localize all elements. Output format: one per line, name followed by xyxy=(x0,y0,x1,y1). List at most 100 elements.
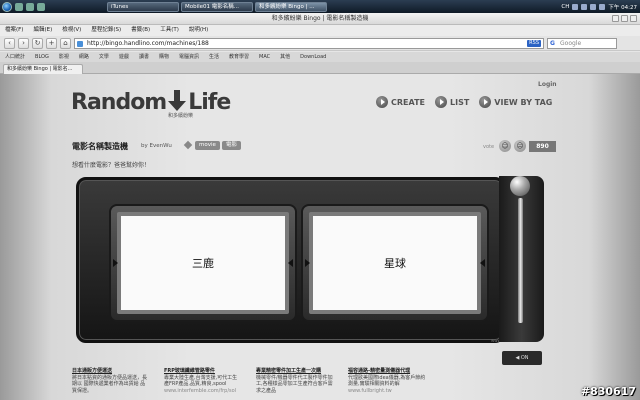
bookmark-item[interactable]: 影視 xyxy=(59,52,69,62)
tray-icon[interactable] xyxy=(599,3,606,10)
bookmark-item[interactable]: DownLoad xyxy=(300,52,326,62)
nav-label: CREATE xyxy=(391,97,425,107)
tag-icon xyxy=(183,140,193,150)
nav-label: VIEW BY TAG xyxy=(494,97,553,107)
site-logo[interactable]: Random Life xyxy=(71,90,231,115)
menu-tools[interactable]: 工具(T) xyxy=(160,25,179,36)
site-nav: CREATE LIST VIEW BY TAG xyxy=(376,96,552,108)
ads-row: 日本通販方便運送 將日本點資的通販方便品運送，長期以 國際快遞業者作為出貨給 品… xyxy=(72,368,432,394)
menu-edit[interactable]: 編輯(E) xyxy=(33,25,52,36)
language-indicator[interactable]: CH xyxy=(561,4,569,10)
tab-bingo[interactable]: 和多繽紛樂 Bingo | 電影名... xyxy=(3,64,83,74)
smile-icon[interactable]: ☺ xyxy=(499,140,511,152)
sound-label: ON xyxy=(520,355,529,361)
ad-body: 機械零件/機器零件代工製作零件加工,各種樣品零加工生產符合客戶需求之產品 xyxy=(256,374,333,394)
bookmark-item[interactable]: 生活 xyxy=(209,52,219,62)
bookmark-item[interactable]: 讀書 xyxy=(139,52,149,62)
bookmark-item[interactable]: 網路 xyxy=(79,52,89,62)
logo-text-2: Life xyxy=(188,90,231,115)
rss-icon[interactable]: RSS xyxy=(527,39,541,47)
list-button[interactable]: LIST xyxy=(435,96,469,108)
bookmarks-bar: 人口統計 BLOG 影視 網路 文學 遊戲 讀書 購物 電腦資訊 生活 教育學習… xyxy=(0,52,640,62)
logo-subtitle: 和多繽紛樂 xyxy=(168,113,194,119)
ad-item[interactable]: FRP玻璃纖維管路零件 專業大陸生產,台灣支援,可代工生產FRP產品,品質,精良… xyxy=(164,368,242,394)
tray-icon[interactable] xyxy=(581,3,588,10)
ad-body: 將日本點資的通販方便品運送，長期以 國際快遞業者作為出貨給 品質保證。 xyxy=(72,374,148,394)
vote-count: 890 xyxy=(529,141,556,152)
machine-title: 電影名稱製造機 xyxy=(72,142,128,151)
close-icon[interactable] xyxy=(630,15,637,22)
menu-bookmarks[interactable]: 書籤(B) xyxy=(131,25,150,36)
quicklaunch-icon[interactable] xyxy=(37,2,45,11)
minimize-icon[interactable] xyxy=(612,15,619,22)
taskbar-item-mobile01[interactable]: Mobile01 電影名稱... xyxy=(181,1,253,12)
tab-bar: 和多繽紛樂 Bingo | 電影名... xyxy=(0,62,640,74)
search-input[interactable]: Google xyxy=(547,37,617,49)
bookmark-item[interactable]: 電腦資訊 xyxy=(179,52,199,62)
frown-icon[interactable]: ☹ xyxy=(514,140,526,152)
home-icon[interactable]: ⌂ xyxy=(60,37,71,49)
clock[interactable]: 下午 04:27 xyxy=(608,3,637,11)
forward-icon[interactable]: › xyxy=(18,37,29,49)
reel-right-value: 星球 xyxy=(305,212,485,314)
search-placeholder: Google xyxy=(560,39,582,47)
menu-view[interactable]: 檢視(V) xyxy=(62,25,81,36)
create-button[interactable]: CREATE xyxy=(376,96,425,108)
bookmark-item[interactable]: 購物 xyxy=(159,52,169,62)
tag-movie[interactable]: movie xyxy=(195,141,220,150)
address-url: http://bingo.handlino.com/machines/188 xyxy=(87,39,209,47)
lever-knob[interactable] xyxy=(510,176,530,196)
bookmark-item[interactable]: 人口統計 xyxy=(5,52,25,62)
bookmark-item[interactable]: MAC xyxy=(259,52,270,62)
nav-label: LIST xyxy=(450,97,470,107)
ad-body: 專業大陸生產,台灣支援,可代工生產FRP產品,品質,精良,spool xyxy=(164,374,238,388)
machine-question: 想看什麼電影？爸爸幫妳你！ xyxy=(72,162,151,169)
login-link[interactable]: Login xyxy=(538,81,557,88)
ad-url[interactable]: www.fullbright.tw xyxy=(348,388,426,395)
bookmark-item[interactable]: 文學 xyxy=(99,52,109,62)
vote-label: vote xyxy=(483,144,495,150)
tag-dianying[interactable]: 電影 xyxy=(222,141,242,150)
bookmark-item[interactable]: 教育學習 xyxy=(229,52,249,62)
address-bar[interactable]: http://bingo.handlino.com/machines/188 R… xyxy=(74,37,544,49)
play-icon xyxy=(376,96,388,108)
bookmark-item[interactable]: 遊戲 xyxy=(119,52,129,62)
logo-text: Random xyxy=(71,90,167,115)
view-by-tag-button[interactable]: VIEW BY TAG xyxy=(479,96,552,108)
down-arrow-icon xyxy=(166,90,188,112)
menu-bar: 檔案(F) 編輯(E) 檢視(V) 歷程記錄(S) 書籤(B) 工具(T) 說明… xyxy=(0,25,640,36)
menu-history[interactable]: 歷程記錄(S) xyxy=(91,25,121,36)
ad-url[interactable]: www.interfemble.com/frp/sol xyxy=(164,388,242,395)
system-tray: CH 下午 04:27 xyxy=(561,3,640,11)
ad-item[interactable]: 專業精密零件加工生產一次購 機械零件/機器零件代工製作零件加工,各種樣品零加工生… xyxy=(256,368,334,394)
quicklaunch-icon[interactable] xyxy=(15,2,23,11)
ad-body: 代理歐美國際idea儀器,為客戶節約測量,實驗相關資料的解 xyxy=(348,374,426,388)
taskbar-item-bingo[interactable]: 和多繽紛樂 Bingo | ... xyxy=(255,1,327,12)
window-title: 和多繽紛樂 Bingo | 電影名稱製造機 xyxy=(271,15,369,22)
play-icon xyxy=(479,96,492,108)
menu-help[interactable]: 說明(H) xyxy=(189,25,208,36)
reload-icon[interactable]: ↻ xyxy=(32,37,43,49)
reel-left: 三鹿 xyxy=(109,204,297,322)
author-link[interactable]: by EvenWu xyxy=(141,143,172,149)
back-icon[interactable]: ‹ xyxy=(4,37,15,49)
windows-taskbar: iTunes Mobile01 電影名稱... 和多繽紛樂 Bingo | ..… xyxy=(0,0,640,13)
maximize-icon[interactable] xyxy=(621,15,628,22)
new-tab-icon[interactable]: + xyxy=(46,37,57,49)
bookmark-item[interactable]: BLOG xyxy=(35,52,49,62)
ad-item[interactable]: 日本通販方便運送 將日本點資的通販方便品運送，長期以 國際快遞業者作為出貨給 品… xyxy=(72,368,150,394)
sound-toggle[interactable]: ◀ ON xyxy=(502,351,542,365)
tray-icon[interactable] xyxy=(590,3,597,10)
watermark: #830617 xyxy=(580,385,636,398)
reel-right: 星球 xyxy=(301,204,489,322)
tray-icon[interactable] xyxy=(572,3,579,10)
bookmark-item[interactable]: 其他 xyxy=(280,52,290,62)
taskbar-item-itunes[interactable]: iTunes xyxy=(107,1,179,12)
ad-item[interactable]: 福容通路-精密量測儀器代理 代理歐美國際idea儀器,為客戶節約測量,實驗相關資… xyxy=(348,368,426,394)
lever-track xyxy=(518,198,523,323)
reel-left-value: 三鹿 xyxy=(113,212,293,314)
menu-file[interactable]: 檔案(F) xyxy=(5,25,23,36)
lever-panel xyxy=(499,176,544,342)
start-orb-icon[interactable] xyxy=(2,1,12,12)
quicklaunch-icon[interactable] xyxy=(26,2,34,11)
